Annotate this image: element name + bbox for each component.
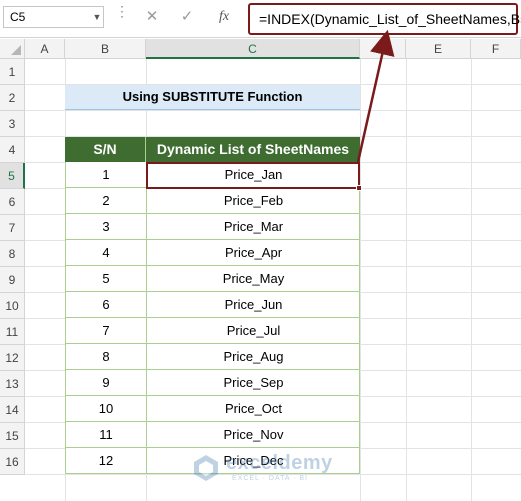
arrow-line <box>356 29 395 163</box>
watermark-name: exceldemy <box>226 452 333 474</box>
watermark: exceldemy EXCEL · DATA · BI <box>188 450 348 490</box>
watermark-tagline: EXCEL · DATA · BI <box>232 475 308 482</box>
callout-arrow <box>356 29 395 163</box>
exceldemy-logo-icon <box>194 455 218 481</box>
